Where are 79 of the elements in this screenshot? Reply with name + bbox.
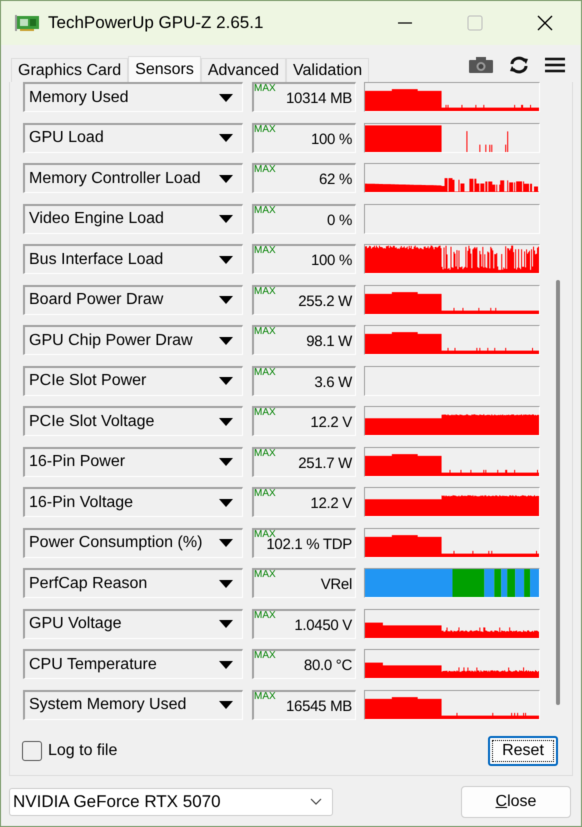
max-label: MAX — [254, 650, 276, 661]
refresh-icon[interactable] — [509, 56, 529, 74]
caret-icon — [219, 498, 233, 506]
caret-icon — [219, 539, 233, 547]
sensor-value: 12.2 V — [310, 495, 352, 513]
sensor-value: 80.0 °C — [304, 657, 352, 675]
sensor-value: 1.0450 V — [294, 616, 352, 634]
reset-button[interactable]: Reset — [488, 736, 558, 766]
sensor-value: 10314 MB — [286, 90, 352, 108]
checkbox-label[interactable]: Log to file — [48, 739, 118, 763]
sensor-dropdown[interactable]: Memory Controller Load — [23, 163, 243, 193]
close-button[interactable]: Close — [461, 786, 571, 818]
sensor-dropdown[interactable]: Power Consumption (%) — [23, 528, 243, 558]
max-label: MAX — [254, 124, 276, 134]
sensor-dropdown[interactable]: GPU Voltage — [23, 608, 243, 638]
tab[interactable]: Advanced — [200, 58, 286, 82]
menu-icon[interactable] — [545, 57, 565, 73]
sensor-dropdown[interactable]: PCIe Slot Power — [23, 366, 243, 396]
sensor-dropdown[interactable]: PerfCap Reason — [23, 568, 243, 598]
max-label: MAX — [254, 569, 276, 580]
max-label: MAX — [254, 407, 276, 418]
caret-icon — [219, 377, 233, 385]
caret-icon — [219, 458, 233, 466]
caret-icon — [219, 418, 233, 426]
sensor-value: 0 % — [327, 212, 352, 230]
sensor-dropdown[interactable]: 16-Pin Power — [23, 446, 243, 476]
max-label: MAX — [254, 488, 276, 499]
sensor-dropdown[interactable]: Video Engine Load — [23, 204, 243, 234]
sensor-value: 251.7 W — [298, 454, 352, 472]
sensor-value: 98.1 W — [306, 333, 352, 351]
sensor-dropdown[interactable]: PCIe Slot Voltage — [23, 406, 243, 436]
sensor-value: VRel — [320, 576, 352, 594]
sensor-value: 255.2 W — [298, 292, 352, 310]
graphics-card-icon — [15, 14, 39, 32]
sensor-value: 62 % — [319, 171, 352, 189]
sensor-value: 3.6 W — [314, 374, 352, 392]
tab[interactable]: Sensors — [128, 56, 201, 83]
tab[interactable]: Validation — [286, 58, 370, 82]
sensor-dropdown[interactable]: CPU Temperature — [23, 649, 243, 679]
sensor-dropdown[interactable]: GPU Load — [23, 122, 243, 152]
close-icon[interactable] — [537, 15, 553, 31]
sensor-value: 16545 MB — [286, 698, 352, 716]
max-label: MAX — [254, 366, 276, 378]
sensor-dropdown[interactable]: System Memory Used — [23, 690, 243, 720]
max-label: MAX — [254, 204, 276, 216]
max-label: MAX — [254, 690, 276, 702]
sensor-dropdown[interactable]: Bus Interface Load — [23, 244, 243, 274]
sensor-dropdown[interactable]: GPU Chip Power Draw — [23, 325, 243, 355]
max-label: MAX — [254, 610, 276, 620]
sensor-dropdown[interactable]: Board Power Draw — [23, 284, 243, 314]
camera-icon[interactable] — [469, 57, 493, 73]
caret-icon — [219, 580, 233, 588]
max-label: MAX — [254, 164, 276, 175]
max-label: MAX — [254, 286, 276, 296]
caret-icon — [219, 94, 233, 102]
tab[interactable]: Graphics Card — [11, 58, 128, 82]
max-label: MAX — [254, 83, 276, 94]
caret-icon — [219, 296, 233, 304]
caret-icon — [219, 620, 233, 628]
scrollbar[interactable] — [556, 280, 560, 705]
caret-icon — [219, 701, 233, 709]
caret-icon — [219, 336, 233, 344]
sensor-value: 12.2 V — [310, 414, 352, 432]
sensor-value: 100 % — [310, 130, 352, 148]
caret-icon — [219, 134, 233, 142]
max-label: MAX — [254, 326, 276, 337]
max-label: MAX — [254, 448, 276, 458]
caret-icon — [219, 660, 233, 668]
gpu-select[interactable]: NVIDIA GeForce RTX 5070 — [9, 788, 333, 816]
checkbox[interactable] — [22, 741, 42, 761]
window-title: TechPowerUp GPU-Z 2.65.1 — [48, 12, 264, 34]
caret-icon — [219, 215, 233, 223]
caret-icon — [219, 174, 233, 182]
max-label: MAX — [254, 245, 276, 256]
sensor-dropdown[interactable]: Memory Used — [23, 82, 243, 112]
caret-icon — [219, 256, 233, 264]
sensor-value: 100 % — [310, 252, 352, 270]
sensor-dropdown[interactable]: 16-Pin Voltage — [23, 487, 243, 517]
chevron-icon — [310, 798, 322, 806]
